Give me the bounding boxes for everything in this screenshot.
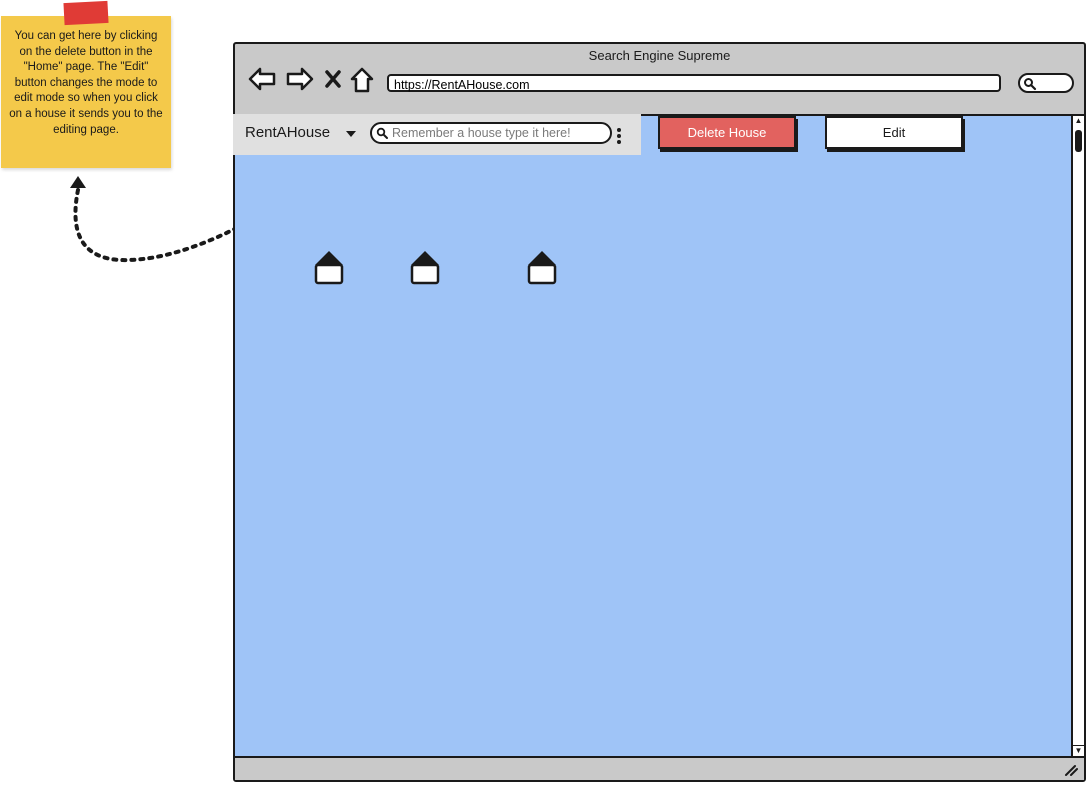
house-icon[interactable]	[526, 249, 558, 289]
app-toolbar: RentAHouse	[233, 114, 641, 155]
sticky-note-text: You can get here by clicking on the dele…	[9, 30, 163, 136]
house-icon[interactable]	[409, 249, 441, 289]
scrollbar-thumb[interactable]	[1075, 130, 1082, 152]
browser-search-field[interactable]	[1018, 73, 1074, 93]
brand-dropdown[interactable]: RentAHouse	[245, 124, 330, 141]
home-icon[interactable]	[349, 66, 375, 94]
sticky-note-tape	[63, 0, 109, 26]
house-search-input[interactable]	[392, 125, 604, 141]
more-options-icon[interactable]	[617, 128, 621, 144]
page-content: RentAHouse Delete House Edit	[233, 114, 1071, 758]
chevron-down-icon[interactable]	[346, 131, 356, 137]
search-icon	[376, 127, 388, 139]
edit-button[interactable]: Edit	[825, 116, 963, 149]
scroll-down-icon[interactable]: ▼	[1073, 745, 1084, 756]
vertical-scrollbar[interactable]: ▲ ▼	[1071, 114, 1084, 758]
delete-house-button[interactable]: Delete House	[658, 116, 796, 149]
scroll-up-icon[interactable]: ▲	[1073, 116, 1084, 126]
arrowhead-start-icon	[70, 176, 86, 188]
forward-arrow-icon[interactable]	[285, 66, 315, 92]
close-x-icon[interactable]	[324, 69, 342, 89]
status-bar	[235, 758, 1084, 780]
resize-grip-icon[interactable]	[1064, 764, 1078, 776]
back-arrow-icon[interactable]	[247, 66, 277, 92]
house-icon[interactable]	[313, 249, 345, 289]
browser-window: Search Engine Supreme https://RentAHouse…	[233, 42, 1086, 782]
window-title: Search Engine Supreme	[588, 48, 731, 63]
house-search-field[interactable]	[370, 122, 612, 144]
sticky-note: You can get here by clicking on the dele…	[1, 16, 171, 168]
url-bar[interactable]: https://RentAHouse.com	[387, 74, 1001, 92]
search-icon	[1024, 78, 1037, 91]
